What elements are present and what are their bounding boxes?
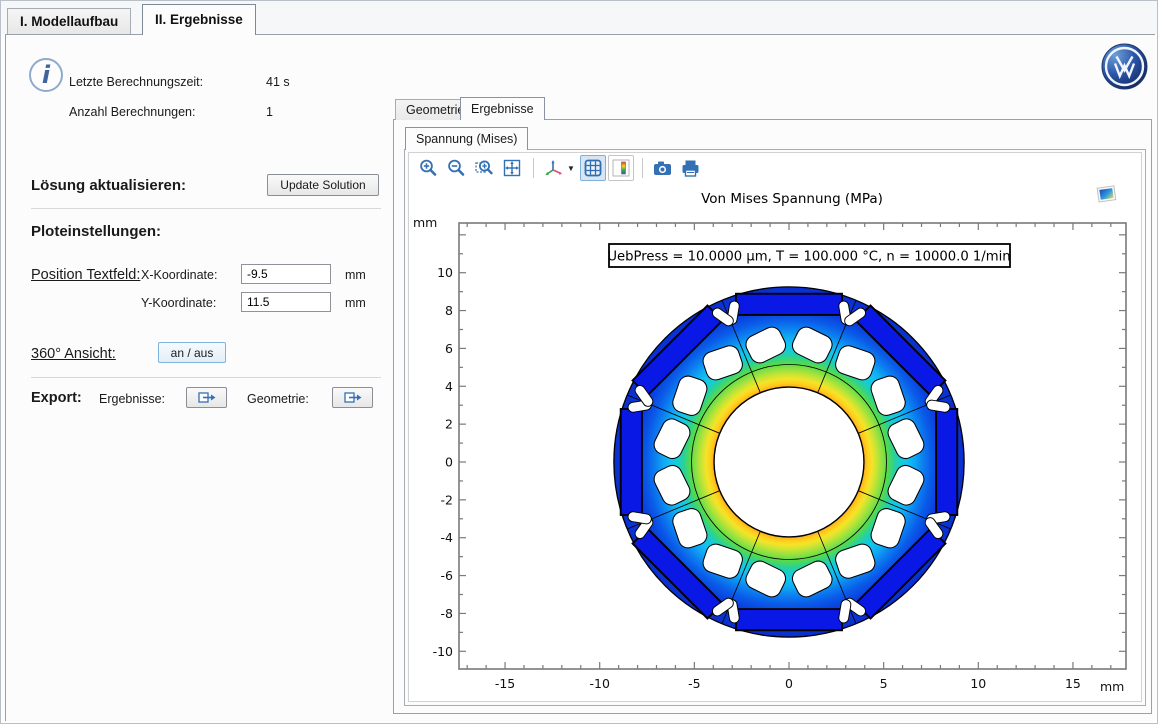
axis-orientation-icon <box>543 158 565 178</box>
svg-text:6: 6 <box>445 341 453 356</box>
export-results-label: Ergebnisse: <box>99 392 165 406</box>
print-button[interactable] <box>677 155 703 181</box>
tab-ergebnisse[interactable]: II. Ergebnisse <box>142 4 256 35</box>
tab-ergebnisse-inner[interactable]: Ergebnisse <box>460 97 545 120</box>
magnet-slot <box>621 409 642 515</box>
zoom-box-button[interactable] <box>471 155 497 181</box>
y-coordinate-field[interactable] <box>241 292 331 312</box>
annotation-text: UebPress = 10.0000 µm, T = 100.000 °C, n… <box>607 250 1010 265</box>
svg-text:-4: -4 <box>441 530 454 545</box>
last-computation-label: Letzte Berechnungszeit: <box>69 75 203 89</box>
tab-spannung-mises[interactable]: Spannung (Mises) <box>405 127 528 150</box>
info-icon: i <box>27 56 65 94</box>
rotor-von-mises-plot <box>614 287 964 637</box>
svg-text:-5: -5 <box>688 676 700 691</box>
view-360-label: 360° Ansicht: <box>31 346 116 362</box>
zoom-out-button[interactable] <box>443 155 469 181</box>
computation-count-label: Anzahl Berechnungen: <box>69 105 195 119</box>
color-legend-icon <box>611 158 631 178</box>
svg-text:10: 10 <box>437 265 453 280</box>
last-computation-value: 41 s <box>266 75 290 89</box>
magnet-slot <box>736 609 842 630</box>
divider <box>31 208 381 209</box>
export-icon <box>344 391 362 404</box>
svg-text:-15: -15 <box>495 676 515 691</box>
zoom-out-icon <box>446 158 466 178</box>
printer-icon <box>680 158 701 178</box>
textfield-position-label: Position Textfeld: <box>31 267 140 283</box>
svg-text:-10: -10 <box>589 676 609 691</box>
plot-group-icon[interactable] <box>1097 186 1116 202</box>
update-solution-heading: Lösung aktualisieren: <box>31 177 186 194</box>
magnet-slot <box>936 409 957 515</box>
svg-text:-8: -8 <box>441 606 454 621</box>
export-results-button[interactable] <box>186 387 227 408</box>
export-icon <box>198 391 216 404</box>
zoom-in-button[interactable] <box>415 155 441 181</box>
y-axis-unit: mm <box>413 215 437 230</box>
x-coordinate-unit: mm <box>345 268 366 282</box>
svg-text:4: 4 <box>445 379 453 394</box>
export-heading: Export: <box>31 390 82 406</box>
toolbar-separator <box>642 158 643 178</box>
toolbar-separator <box>533 158 534 178</box>
svg-text:-6: -6 <box>441 568 454 583</box>
plot-canvas: Von Mises Spannung (MPa) -15 -10 -5 0 5 10 15 1… <box>409 183 1139 699</box>
x-coordinate-label: X-Koordinate: <box>141 268 217 282</box>
svg-text:0: 0 <box>445 455 453 470</box>
x-axis-unit: mm <box>1100 679 1124 694</box>
computation-count-value: 1 <box>266 105 273 119</box>
svg-text:15: 15 <box>1065 676 1081 691</box>
view-360-toggle-button[interactable]: an / aus <box>158 342 226 363</box>
x-coordinate-field[interactable] <box>241 264 331 284</box>
update-solution-button[interactable]: Update Solution <box>267 174 379 196</box>
grid-toggle-button[interactable] <box>580 155 606 181</box>
export-geometry-button[interactable] <box>332 387 373 408</box>
axis-orientation-button[interactable]: ▼ <box>540 155 578 181</box>
svg-text:10: 10 <box>970 676 986 691</box>
export-geometry-label: Geometrie: <box>247 392 309 406</box>
grid-icon <box>583 158 603 178</box>
zoom-box-icon <box>474 158 494 178</box>
snapshot-button[interactable] <box>649 155 675 181</box>
magnet-slot <box>736 294 842 315</box>
zoom-extents-button[interactable] <box>499 155 525 181</box>
app-window: { "app_tabs": [ {"label": "I. Modellaufb… <box>0 0 1158 724</box>
svg-text:i: i <box>42 61 51 89</box>
camera-icon <box>652 158 673 178</box>
plot-title: Von Mises Spannung (MPa) <box>701 191 883 207</box>
graphics-toolbar: ▼ <box>409 153 1139 183</box>
plot-settings-heading: Ploteinstellungen: <box>31 223 161 240</box>
svg-text:-2: -2 <box>441 492 453 507</box>
svg-text:-10: -10 <box>433 644 453 659</box>
divider <box>31 377 381 378</box>
y-coordinate-unit: mm <box>345 296 366 310</box>
y-coordinate-label: Y-Koordinate: <box>141 296 216 310</box>
color-legend-button[interactable] <box>608 155 634 181</box>
vw-logo <box>1101 43 1148 90</box>
svg-text:5: 5 <box>880 676 888 691</box>
svg-text:0: 0 <box>785 676 793 691</box>
zoom-in-icon <box>418 158 438 178</box>
svg-text:2: 2 <box>445 417 453 432</box>
svg-text:8: 8 <box>445 303 453 318</box>
zoom-extents-icon <box>502 158 522 178</box>
chevron-down-icon[interactable]: ▼ <box>567 164 575 173</box>
tab-modellaufbau[interactable]: I. Modellaufbau <box>7 8 131 34</box>
